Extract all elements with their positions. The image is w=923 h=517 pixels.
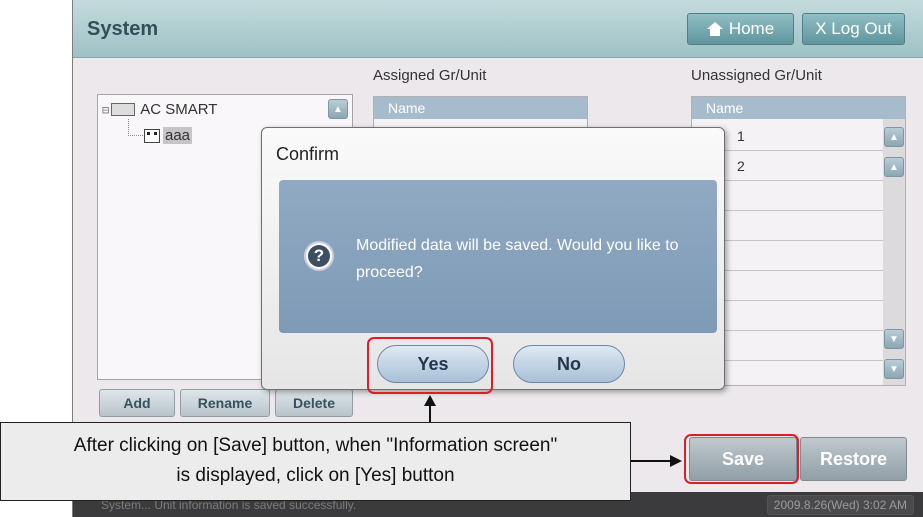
instruction-callout: After clicking on [Save] button, when "I…	[0, 422, 631, 501]
arrow-to-yes-head	[424, 395, 436, 406]
arrow-to-save-head	[670, 455, 682, 467]
callout-line-2: is displayed, click on [Yes] button	[176, 465, 455, 486]
callout-line-1: After clicking on [Save] button, when "I…	[73, 435, 558, 456]
